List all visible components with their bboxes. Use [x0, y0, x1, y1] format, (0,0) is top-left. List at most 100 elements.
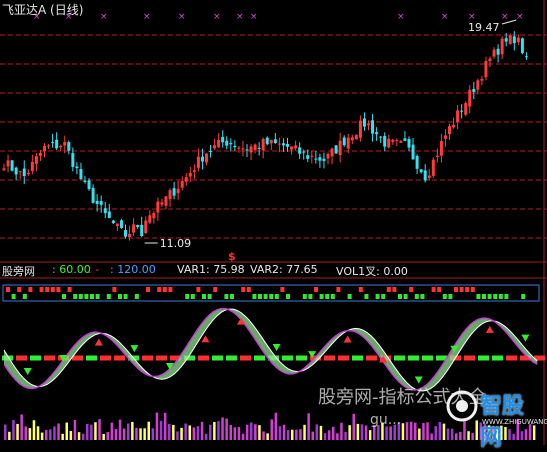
- candle-body: [217, 139, 221, 148]
- volume-bar: [57, 423, 60, 440]
- signal-strip-red: [39, 287, 44, 292]
- high-label: 19.47: [468, 21, 500, 34]
- candle-body: [314, 158, 318, 160]
- candle-body: [229, 143, 233, 145]
- volume-bar: [180, 427, 183, 440]
- signal-strip-red: [437, 287, 442, 292]
- candle-body: [423, 170, 427, 181]
- arrow-down-icon: [23, 368, 32, 376]
- signal-strip-red: [56, 287, 61, 292]
- candle-body: [391, 139, 395, 142]
- candle-body: [419, 169, 423, 173]
- volume-bar: [209, 424, 212, 440]
- candle-body: [2, 168, 6, 171]
- candle-body: [47, 145, 51, 147]
- volume-bar: [90, 424, 93, 440]
- volume-bar: [307, 413, 310, 440]
- candle-body: [322, 158, 326, 161]
- volume-bar: [143, 428, 146, 440]
- arrow-up-icon: [343, 335, 352, 343]
- candle-body: [362, 118, 366, 127]
- volume-bar: [401, 423, 405, 440]
- candle-body: [448, 126, 451, 135]
- volume-bar: [233, 427, 237, 440]
- volume-bar: [204, 433, 208, 440]
- candle-body: [338, 140, 342, 156]
- candle-body: [128, 233, 132, 238]
- signal-strip-green: [134, 294, 139, 299]
- candle-body: [500, 38, 504, 55]
- candle-body: [6, 160, 10, 167]
- volume-bar: [262, 431, 265, 440]
- volume-bar: [295, 429, 298, 440]
- volume-bar: [151, 428, 155, 440]
- signal-strip-green: [442, 294, 447, 299]
- volume-bar: [86, 423, 89, 440]
- candle-body: [443, 135, 447, 139]
- candle-body: [253, 144, 257, 150]
- signal-strip-red: [168, 287, 173, 292]
- signal-strip-green: [319, 294, 324, 299]
- marker-x-icon: ×: [397, 12, 405, 22]
- volume-bar: [426, 422, 429, 440]
- signal-strip-green: [482, 294, 486, 299]
- candle-body: [342, 137, 346, 146]
- marker-x-icon: ×: [178, 12, 186, 22]
- candle-body: [180, 181, 184, 188]
- signal-strip-red: [280, 287, 285, 292]
- candle-body: [520, 38, 524, 54]
- signal-strip-green: [190, 294, 195, 299]
- indicator-value-1: : 60.00: [52, 263, 91, 276]
- signal-strip-green: [90, 294, 94, 299]
- chart-window: × × × × × × × × × × × × × 19.47 11.09 $ 飞亚达A (日线) 股旁网 :…: [0, 0, 547, 451]
- candle-body: [233, 145, 237, 148]
- candle-body: [160, 202, 164, 205]
- candle-body: [10, 160, 14, 171]
- marker-x-icon: ×: [516, 12, 524, 22]
- signal-strip-red: [146, 287, 150, 292]
- chart-canvas[interactable]: × × × × × × × × × × × × ×19.4711.09$: [0, 0, 547, 445]
- signal-strip-red: [454, 287, 458, 292]
- candle-body: [488, 58, 492, 62]
- volume-bar: [69, 431, 73, 440]
- volume-bar: [73, 420, 77, 440]
- volume-bar: [430, 433, 433, 440]
- candle-body: [91, 187, 95, 203]
- signal-strip-red: [6, 287, 10, 292]
- signal-strip-red: [17, 287, 22, 292]
- arrow-down-icon: [130, 345, 139, 353]
- arrow-up-icon: [94, 338, 103, 346]
- signal-strip-green: [207, 294, 212, 299]
- signal-strip-green: [521, 294, 526, 299]
- candle-body: [358, 120, 362, 138]
- signal-strip-red: [45, 287, 50, 292]
- candle-body: [63, 141, 67, 146]
- candle-body: [371, 120, 375, 134]
- chart-title: 飞亚达A (日线): [2, 3, 84, 17]
- volume-bar: [315, 424, 319, 440]
- candle-body: [200, 156, 204, 162]
- signal-mark: $: [228, 250, 236, 263]
- volume-bar: [147, 421, 150, 440]
- candle-body: [87, 180, 91, 190]
- candle-body: [188, 172, 192, 177]
- volume-bar: [81, 433, 85, 440]
- candle-body: [184, 177, 188, 182]
- candle-body: [379, 136, 383, 138]
- candle-body: [79, 169, 83, 180]
- volume-bar: [352, 413, 355, 440]
- signal-strip-red: [213, 287, 218, 292]
- candle-body: [318, 157, 322, 161]
- volume-bar: [188, 425, 191, 440]
- candle-body: [415, 155, 419, 169]
- marker-x-icon: ×: [236, 12, 244, 22]
- candle-body: [38, 152, 42, 156]
- candle-body: [14, 167, 18, 175]
- low-label: 11.09: [160, 237, 192, 250]
- volume-bar: [172, 424, 175, 440]
- signal-strip-green: [325, 294, 330, 299]
- candle-body: [310, 155, 314, 157]
- signal-strip-green: [274, 294, 279, 299]
- volume-bar: [192, 427, 196, 440]
- indicator-value-3: : 120.00: [110, 263, 156, 276]
